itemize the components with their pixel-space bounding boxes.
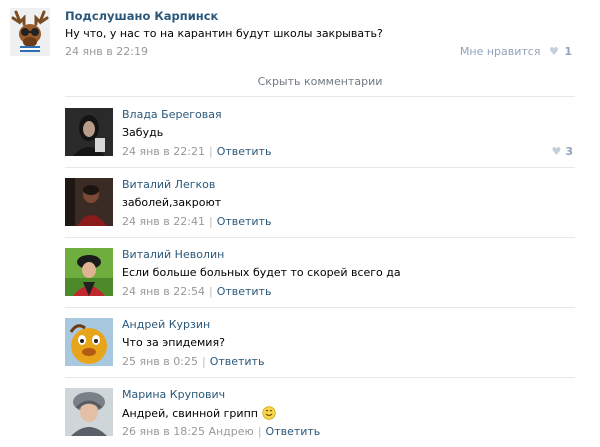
comment-text: Забудь: [122, 126, 164, 139]
comment-author[interactable]: Андрей Курзин: [122, 318, 210, 331]
comment-date[interactable]: 25 янв в 0:25: [122, 355, 198, 368]
comment: Виталий Легков заболей,закроют 24 янв в …: [65, 167, 575, 238]
group-avatar[interactable]: [10, 8, 50, 56]
reply-button[interactable]: Ответить: [217, 215, 272, 228]
comment-meta: 24 янв в 22:21 | Ответить: [122, 145, 271, 158]
separator: |: [208, 145, 213, 158]
comment-text: Андрей, свинной грипп: [122, 406, 276, 420]
heart-icon: ♥: [548, 45, 559, 58]
post-date[interactable]: 24 янв в 22:19: [65, 45, 148, 58]
comment-author[interactable]: Влада Береговая: [122, 108, 222, 121]
avatar[interactable]: [65, 318, 113, 366]
post-author[interactable]: Подслушано Карпинск: [65, 9, 218, 23]
comment-date[interactable]: 24 янв в 22:54: [122, 285, 205, 298]
moose-icon: [10, 8, 50, 56]
comment-meta: 25 янв в 0:25 | Ответить: [122, 355, 264, 368]
separator: |: [208, 215, 213, 228]
reply-to[interactable]: Андрею: [208, 425, 253, 438]
comment-text: Что за эпидемия?: [122, 336, 225, 349]
comment-author[interactable]: Виталий Неволин: [122, 248, 224, 261]
avatar[interactable]: [65, 178, 113, 226]
comment-author[interactable]: Марина Крупович: [122, 388, 225, 401]
comment: Виталий Неволин Если больше больных буде…: [65, 237, 575, 308]
reply-button[interactable]: Ответить: [217, 285, 272, 298]
comment-text: Если больше больных будет то скорей всег…: [122, 266, 401, 279]
like-count: 1: [564, 45, 572, 58]
separator: |: [208, 285, 213, 298]
avatar[interactable]: [65, 388, 113, 436]
reply-button[interactable]: Ответить: [210, 355, 265, 368]
comment: Андрей Курзин Что за эпидемия? 25 янв в …: [65, 307, 575, 378]
comment-date[interactable]: 26 янв в 18:25: [122, 425, 205, 438]
like-count: 3: [565, 145, 573, 158]
avatar[interactable]: [65, 108, 113, 156]
separator: |: [257, 425, 262, 438]
separator: |: [201, 355, 206, 368]
comment-author[interactable]: Виталий Легков: [122, 178, 215, 191]
comment-meta: 24 янв в 22:41 | Ответить: [122, 215, 271, 228]
comment-date[interactable]: 24 янв в 22:41: [122, 215, 205, 228]
comment: Марина Крупович Андрей, свинной грипп 26…: [65, 377, 575, 447]
post-text: Ну что, у нас то на карантин будут школы…: [65, 27, 383, 40]
avatar[interactable]: [65, 248, 113, 296]
like-label: Мне нравится: [459, 45, 541, 58]
post-like-button[interactable]: Мне нравится ♥ 1: [460, 45, 572, 58]
post: Подслушано Карпинск Ну что, у нас то на …: [0, 0, 600, 70]
comment-meta: 26 янв в 18:25 Андрею | Ответить: [122, 425, 320, 438]
smile-emoji-icon: [262, 406, 276, 420]
comment: Влада Береговая Забудь 24 янв в 22:21 | От…: [65, 97, 575, 168]
comment-text: заболей,закроют: [122, 196, 222, 209]
reply-button[interactable]: Ответить: [266, 425, 321, 438]
reply-button[interactable]: Ответить: [217, 145, 272, 158]
comment-meta: 24 янв в 22:54 | Ответить: [122, 285, 271, 298]
hide-comments-button[interactable]: Скрыть комментарии: [65, 68, 575, 97]
comment-like-button[interactable]: ♥ 3: [551, 145, 573, 158]
comment-date[interactable]: 24 янв в 22:21: [122, 145, 205, 158]
heart-icon: ♥: [551, 145, 562, 158]
comment-text-content: Андрей, свинной грипп: [122, 407, 258, 420]
